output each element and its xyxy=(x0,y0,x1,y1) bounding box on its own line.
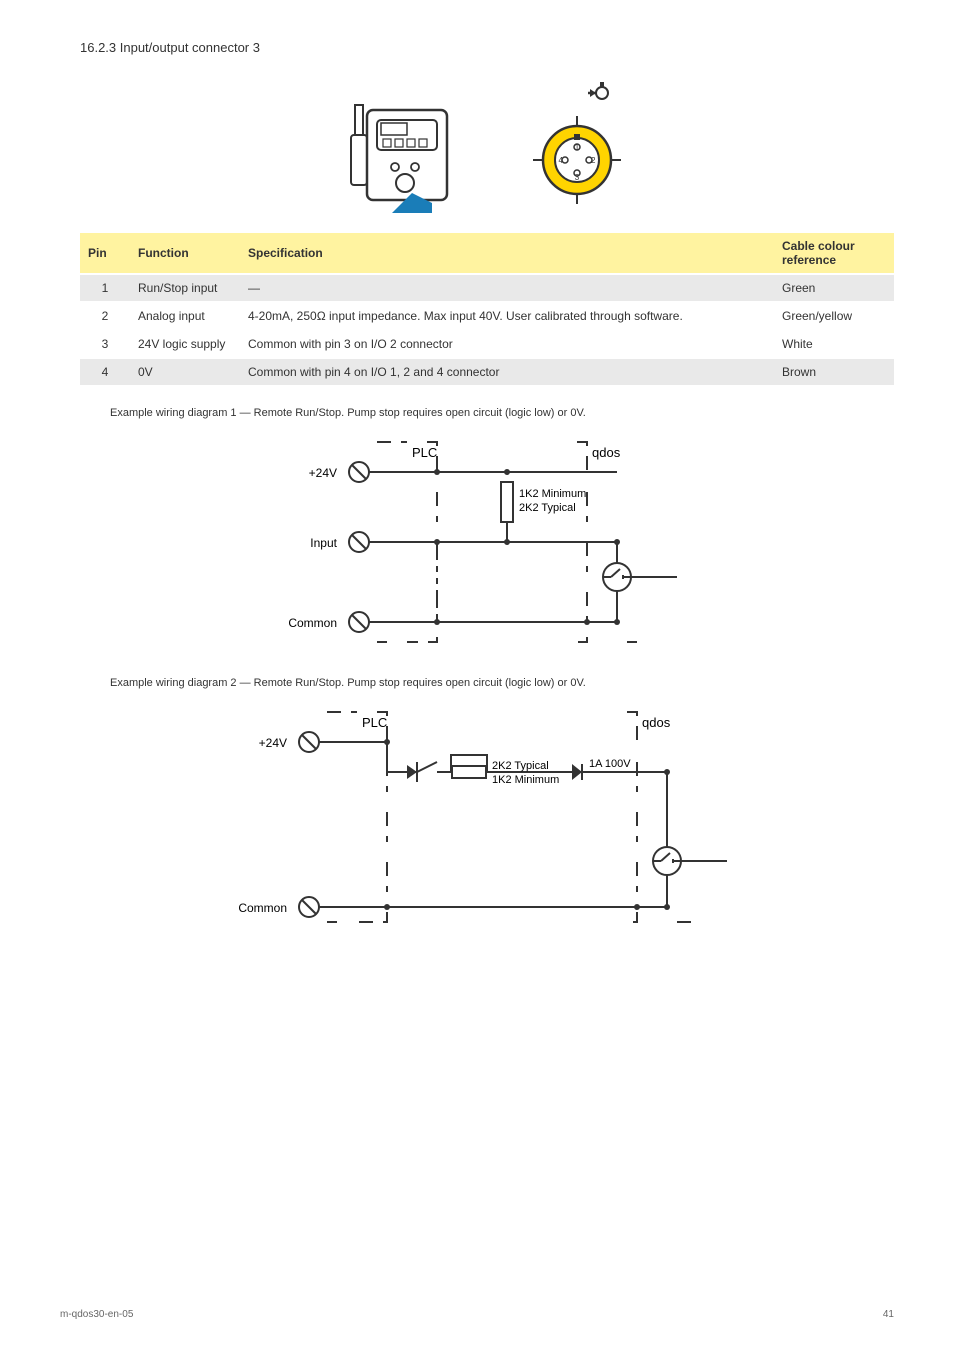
cell-cable: White xyxy=(774,330,894,358)
label-r2: 1K2 Minimum xyxy=(492,774,559,786)
qdos-label: qdos xyxy=(592,445,621,460)
cell-spec: Common with pin 3 on I/O 2 connector xyxy=(240,330,774,358)
plc-label: PLC xyxy=(412,445,437,460)
plc-label: PLC xyxy=(362,715,387,730)
cell-pin: 3 xyxy=(80,330,130,358)
label-24v: +24V xyxy=(309,466,337,480)
cell-pin: 1 xyxy=(80,274,130,302)
cell-func: Analog input xyxy=(130,302,240,330)
circuit-1-caption: Example wiring diagram 1 — Remote Run/St… xyxy=(110,407,894,419)
connector-pinout-icon: 1 2 3 4 xyxy=(517,75,637,215)
cell-cable: Brown xyxy=(774,358,894,386)
cell-func: Run/Stop input xyxy=(130,274,240,302)
col-function: Function xyxy=(130,233,240,274)
cell-spec: 4-20mA, 250Ω input impedance. Max input … xyxy=(240,302,774,330)
label-diode: 1A 100V xyxy=(589,758,631,770)
label-24v: +24V xyxy=(259,736,287,750)
footer-doc-id: m-qdos30-en-05 xyxy=(60,1309,133,1320)
label-r1: 2K2 Typical xyxy=(492,760,549,772)
label-r1: 1K2 Minimum xyxy=(519,488,586,500)
table-row: 4 0V Common with pin 4 on I/O 1, 2 and 4… xyxy=(80,358,894,386)
col-cable: Cable colour reference xyxy=(774,233,894,274)
cell-func: 0V xyxy=(130,358,240,386)
cell-cable: Green xyxy=(774,274,894,302)
pump-icon xyxy=(337,75,477,215)
table-row: 1 Run/Stop input — Green xyxy=(80,274,894,302)
pump-connector-illustration: 1 2 3 4 xyxy=(80,75,894,215)
label-common: Common xyxy=(238,901,287,915)
cell-spec: Common with pin 4 on I/O 1, 2 and 4 conn… xyxy=(240,358,774,386)
col-pin: Pin xyxy=(80,233,130,274)
section-title: 16.2.3 Input/output connector 3 xyxy=(80,40,894,55)
footer-page-number: 41 xyxy=(883,1309,894,1320)
diode-icon xyxy=(572,764,582,780)
cell-cable: Green/yellow xyxy=(774,302,894,330)
circuit-2-caption: Example wiring diagram 2 — Remote Run/St… xyxy=(110,677,894,689)
cell-spec: — xyxy=(240,274,774,302)
label-common: Common xyxy=(288,616,337,630)
cell-pin: 4 xyxy=(80,358,130,386)
circuit-diagram-2: PLC qdos +24V 2K2 Typical xyxy=(80,697,894,947)
circuit-diagram-1: PLC qdos +24V 1K2 Minimum 2K2 Typical In… xyxy=(80,427,894,657)
label-input: Input xyxy=(310,536,337,550)
qdos-label: qdos xyxy=(642,715,671,730)
table-row: 3 24V logic supply Common with pin 3 on … xyxy=(80,330,894,358)
relay-icon xyxy=(653,847,681,875)
col-spec: Specification xyxy=(240,233,774,274)
cell-pin: 2 xyxy=(80,302,130,330)
specification-table: Pin Function Specification Cable colour … xyxy=(80,233,894,387)
relay-icon xyxy=(603,563,631,591)
label-r2: 2K2 Typical xyxy=(519,502,576,514)
cell-func: 24V logic supply xyxy=(130,330,240,358)
